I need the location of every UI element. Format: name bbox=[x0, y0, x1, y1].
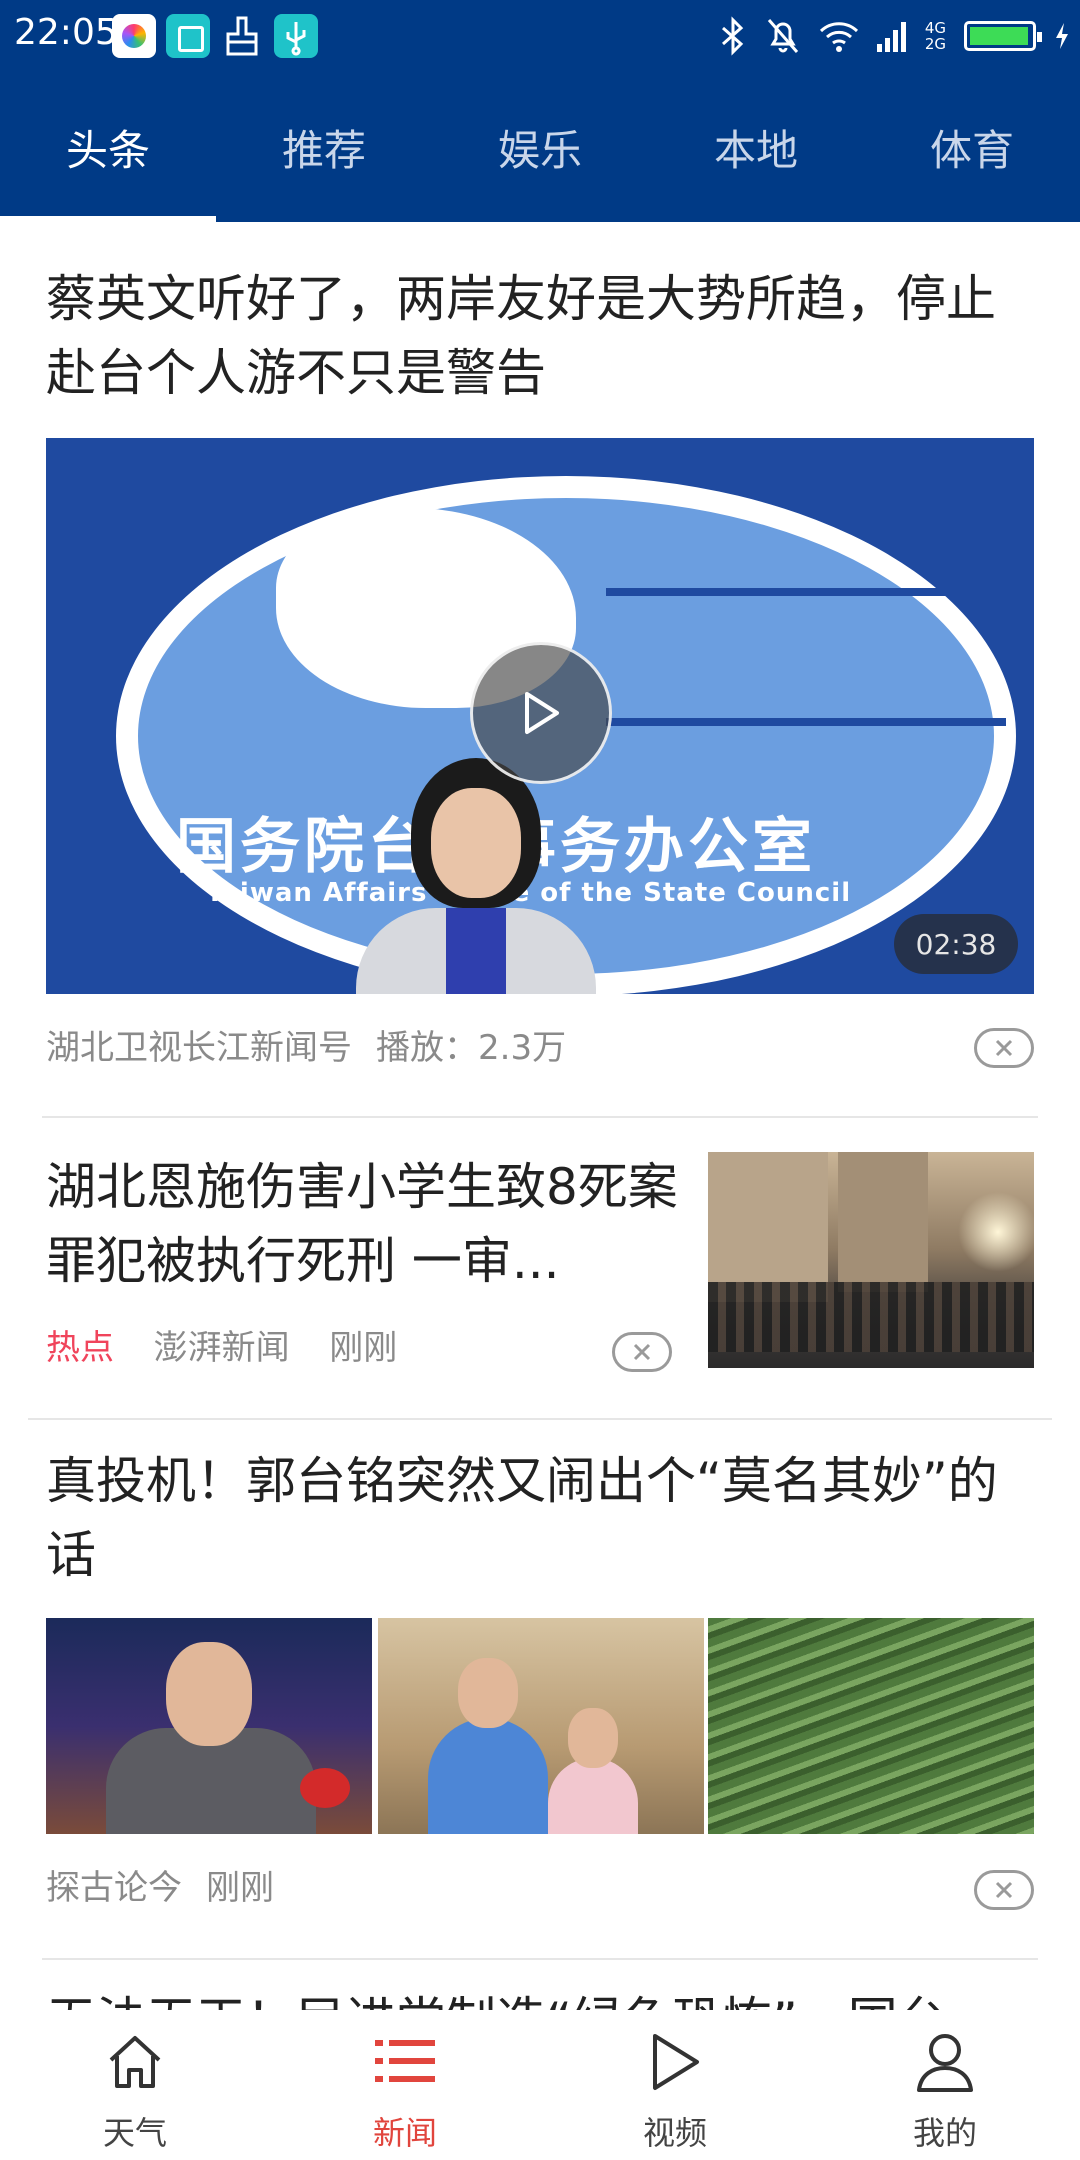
tab-entertainment[interactable]: 娱乐 bbox=[432, 72, 648, 222]
category-tabs: 头条 推荐 娱乐 本地 体育 bbox=[0, 72, 1080, 222]
charging-icon bbox=[1056, 23, 1068, 49]
divider bbox=[42, 1116, 1038, 1118]
list-icon bbox=[375, 2040, 435, 2082]
article-title[interactable]: 湖北恩施伤害小学生致8死案罪犯被执行死刑 一审... bbox=[46, 1150, 686, 1298]
article-meta: 热点 澎湃新闻 刚刚 bbox=[46, 1320, 397, 1369]
video-thumbnail[interactable]: 国务院台湾事务办公室 Taiwan Affairs Office of the … bbox=[46, 438, 1034, 994]
dismiss-button[interactable] bbox=[612, 1332, 672, 1372]
play-icon bbox=[525, 692, 559, 734]
scan-icon bbox=[166, 14, 210, 58]
tab-recommended[interactable]: 推荐 bbox=[216, 72, 432, 222]
nav-me[interactable]: 我的 bbox=[810, 2010, 1080, 2160]
article-meta: 探古论今 刚刚 bbox=[46, 1860, 274, 1909]
article-meta: 湖北卫视长江新闻号 播放：2.3万 bbox=[46, 1020, 566, 1069]
bell-off-icon bbox=[767, 19, 798, 53]
play-button[interactable] bbox=[470, 642, 612, 784]
status-indicators: 4G 2G bbox=[719, 14, 1070, 58]
divider bbox=[42, 1958, 1038, 1960]
video-duration: 02:38 bbox=[894, 914, 1018, 974]
dismiss-button[interactable] bbox=[974, 1028, 1034, 1068]
battery-icon bbox=[964, 21, 1042, 51]
article-source: 澎湃新闻 bbox=[153, 1328, 290, 1368]
nav-video[interactable]: 视频 bbox=[540, 2010, 810, 2160]
cleaner-icon bbox=[220, 14, 264, 58]
tab-sports[interactable]: 体育 bbox=[864, 72, 1080, 222]
article-image[interactable] bbox=[46, 1618, 372, 1834]
status-time: 22:05 bbox=[14, 12, 118, 53]
article-image[interactable] bbox=[378, 1618, 704, 1834]
status-bar: 22:05 4G 2G bbox=[0, 0, 1080, 72]
article-time: 刚刚 bbox=[206, 1868, 274, 1908]
home-icon bbox=[109, 2036, 161, 2088]
usb-icon bbox=[274, 14, 318, 58]
close-icon bbox=[995, 1039, 1013, 1057]
article-source: 探古论今 bbox=[46, 1868, 182, 1908]
nav-weather[interactable]: 天气 bbox=[0, 2010, 270, 2160]
app-icon bbox=[112, 14, 156, 58]
divider bbox=[28, 1418, 1052, 1420]
dismiss-button[interactable] bbox=[974, 1870, 1034, 1910]
article-title[interactable]: 蔡英文听好了，两岸友好是大势所趋，停止赴台个人游不只是警告 bbox=[46, 262, 1036, 410]
presenter-image bbox=[356, 758, 596, 994]
hot-tag: 热点 bbox=[46, 1328, 114, 1368]
close-icon bbox=[633, 1343, 651, 1361]
article-title[interactable]: 无法无天！民进党制造“绿色恐怖”，国台 bbox=[46, 1984, 1036, 2010]
wifi-icon bbox=[819, 22, 858, 52]
user-icon bbox=[917, 2034, 973, 2092]
tab-headlines[interactable]: 头条 bbox=[0, 72, 216, 222]
news-feed[interactable]: 蔡英文听好了，两岸友好是大势所趋，停止赴台个人游不只是警告 国务院台湾事务办公室… bbox=[0, 222, 1080, 2010]
play-count: 播放：2.3万 bbox=[376, 1028, 567, 1068]
article-time: 刚刚 bbox=[329, 1328, 398, 1368]
article-source: 湖北卫视长江新闻号 bbox=[46, 1028, 352, 1068]
nav-news[interactable]: 新闻 bbox=[270, 2010, 540, 2160]
bottom-nav: 天气 新闻 视频 我的 bbox=[0, 2010, 1080, 2160]
network-type: 4G 2G bbox=[924, 19, 946, 53]
close-icon bbox=[995, 1881, 1013, 1899]
signal-icon bbox=[876, 22, 906, 52]
article-image[interactable] bbox=[708, 1618, 1034, 1834]
bluetooth-icon bbox=[721, 16, 744, 56]
play-icon bbox=[653, 2034, 699, 2090]
article-title[interactable]: 真投机！郭台铭突然又闹出个“莫名其妙”的话 bbox=[46, 1444, 1036, 1592]
tab-local[interactable]: 本地 bbox=[648, 72, 864, 222]
article-thumbnail[interactable] bbox=[708, 1152, 1034, 1368]
